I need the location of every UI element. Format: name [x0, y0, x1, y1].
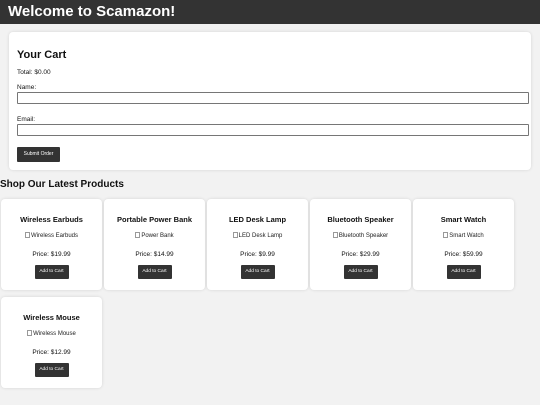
product-name: LED Desk Lamp [228, 215, 287, 224]
product-image: Power Bank [104, 232, 205, 240]
add-to-cart-button[interactable]: Add to Cart [34, 363, 69, 377]
cart-title: Your Cart [17, 49, 67, 61]
product-image: Wireless Mouse [1, 330, 102, 338]
product-card: Wireless Mouse Wireless Mouse Price: $12… [1, 297, 102, 388]
add-to-cart-button[interactable]: Add to Cart [137, 265, 172, 279]
cart-panel: Your Cart Total: $0.00 Name: Email: Subm… [9, 32, 531, 170]
product-card: Bluetooth Speaker Bluetooth Speaker Pric… [310, 199, 411, 290]
broken-image-icon [135, 232, 141, 238]
product-card: Wireless Earbuds Wireless Earbuds Price:… [1, 199, 102, 290]
site-title: Welcome to Scamazon! [8, 3, 176, 20]
product-card: Portable Power Bank Power Bank Price: $1… [104, 199, 205, 290]
product-image: Wireless Earbuds [1, 232, 102, 240]
product-image: Bluetooth Speaker [310, 232, 411, 240]
product-image-alt: Wireless Mouse [33, 331, 76, 337]
product-price: Price: $9.99 [240, 251, 275, 258]
name-input[interactable] [17, 92, 529, 104]
product-card: Smart Watch Smart Watch Price: $59.99 Ad… [413, 199, 514, 290]
shop-section-title: Shop Our Latest Products [0, 179, 124, 190]
submit-order-button[interactable]: Submit Order [17, 147, 60, 162]
broken-image-icon [232, 232, 238, 238]
broken-image-icon [443, 232, 449, 238]
product-image-alt: Wireless Earbuds [30, 233, 78, 239]
product-image-alt: Smart Watch [449, 233, 484, 239]
product-image: Smart Watch [413, 232, 514, 240]
add-to-cart-button[interactable]: Add to Cart [446, 265, 481, 279]
product-name: Portable Power Bank [116, 215, 193, 224]
add-to-cart-button[interactable]: Add to Cart [240, 265, 275, 279]
product-price: Price: $59.99 [444, 251, 483, 258]
name-label: Name: [17, 84, 37, 91]
add-to-cart-button[interactable]: Add to Cart [343, 265, 378, 279]
email-input[interactable] [17, 124, 529, 136]
email-label: Email: [17, 116, 36, 123]
product-image-alt: Power Bank [141, 233, 174, 239]
broken-image-icon [27, 330, 33, 336]
broken-image-icon [24, 232, 30, 238]
add-to-cart-button[interactable]: Add to Cart [34, 265, 69, 279]
product-price: Price: $14.99 [135, 251, 174, 258]
product-name: Wireless Earbuds [20, 215, 83, 224]
product-price: Price: $29.99 [341, 251, 380, 258]
product-image-alt: LED Desk Lamp [238, 233, 283, 239]
cart-total: Total: $0.00 [17, 69, 51, 76]
product-image-alt: Bluetooth Speaker [338, 233, 389, 239]
product-price: Price: $12.99 [32, 349, 71, 356]
product-card: LED Desk Lamp LED Desk Lamp Price: $9.99… [207, 199, 308, 290]
product-price: Price: $19.99 [32, 251, 71, 258]
product-name: Wireless Mouse [23, 313, 80, 322]
site-header: Welcome to Scamazon! [0, 0, 540, 24]
product-image: LED Desk Lamp [207, 232, 308, 240]
broken-image-icon [332, 232, 338, 238]
product-name: Smart Watch [440, 215, 487, 224]
product-name: Bluetooth Speaker [327, 215, 394, 224]
